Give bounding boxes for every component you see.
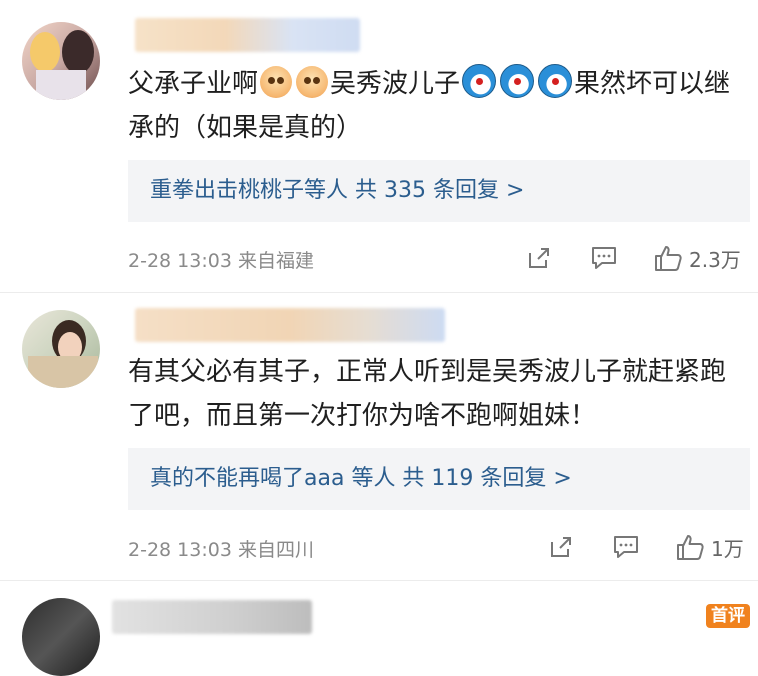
share-button[interactable] [548, 532, 574, 562]
reply-summary-link[interactable]: 重拳出击桃桃子等人 共 335 条回复 > [150, 160, 524, 222]
comment-icon [614, 536, 638, 558]
smiling-face-emoji [296, 66, 329, 98]
smiling-face-emoji [260, 66, 293, 98]
like-button[interactable]: 1万 [675, 532, 744, 562]
like-button[interactable]: 2.3万 [653, 243, 741, 273]
doraemon-emoji [500, 64, 535, 98]
comment-text: 父承子业啊 吴秀波儿子 果然坏可以继承的（如果是真的） [128, 62, 748, 150]
reply-summary-link[interactable]: 真的不能再喝了aaa 等人 共 119 条回复 > [150, 448, 572, 510]
divider [0, 292, 758, 293]
username-blurred[interactable] [135, 308, 445, 342]
thumbs-up-icon [655, 246, 682, 271]
doraemon-emoji [538, 64, 573, 98]
reply-summary[interactable]: 重拳出击桃桃子等人 共 335 条回复 > [128, 160, 750, 222]
comment-icon [592, 247, 616, 269]
username-blurred[interactable] [135, 18, 360, 52]
comment-text: 有其父必有其子，正常人听到是吴秀波儿子就赶紧跑了吧，而且第一次打你为啥不跑啊姐妹… [128, 357, 727, 431]
thumbs-up-icon [677, 535, 704, 560]
avatar[interactable] [22, 22, 100, 100]
like-count: 1万 [711, 536, 744, 561]
avatar[interactable] [22, 598, 100, 676]
username-blurred[interactable] [112, 600, 312, 634]
share-icon [551, 537, 571, 557]
share-button[interactable] [526, 243, 552, 273]
first-comment-badge: 首评 [706, 604, 750, 628]
reply-summary[interactable]: 真的不能再喝了aaa 等人 共 119 条回复 > [128, 448, 750, 510]
comment-button[interactable] [612, 532, 640, 562]
share-icon [529, 248, 549, 268]
comment-meta: 2-28 13:03 来自福建 [128, 250, 314, 272]
comment-meta: 2-28 13:03 来自四川 [128, 539, 314, 561]
like-count: 2.3万 [689, 247, 741, 272]
divider [0, 580, 758, 581]
avatar[interactable] [22, 310, 100, 388]
comment-button[interactable] [590, 243, 618, 273]
doraemon-emoji [462, 64, 497, 98]
